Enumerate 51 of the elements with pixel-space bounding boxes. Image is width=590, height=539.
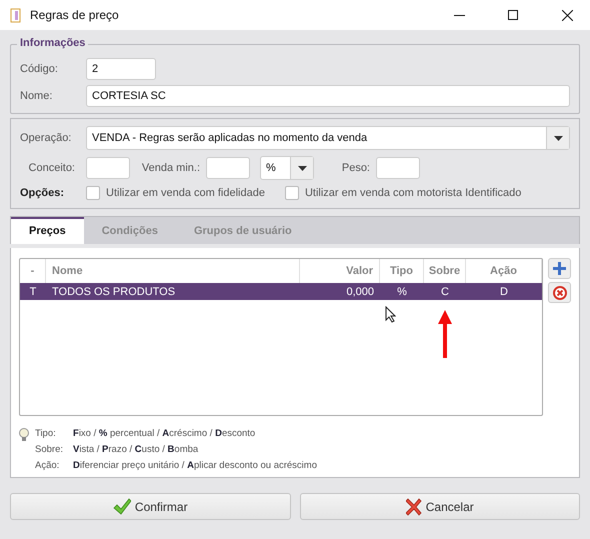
- remove-icon: [552, 286, 566, 300]
- field-label: Nome:: [20, 90, 54, 102]
- field-label: Opções:: [20, 187, 66, 199]
- lightbulb-icon: [19, 428, 29, 442]
- legend-text: Diferenciar preço unitário / Aplicar desconto ou acréscimo: [73, 460, 317, 471]
- field-label: Venda min.:: [140, 162, 200, 174]
- checkbox[interactable]: [284, 186, 299, 200]
- check-icon: [112, 498, 131, 516]
- cursor-icon: [385, 306, 396, 323]
- checkbox-label: Utilizar em venda com fidelidade: [106, 187, 265, 199]
- field-label: Código:: [20, 63, 59, 75]
- field-label: Peso:: [340, 162, 370, 174]
- cancel-button[interactable]: Cancelar: [300, 493, 580, 520]
- arrow-icon: [438, 310, 452, 358]
- maximize-icon[interactable]: [508, 10, 518, 20]
- codigo-field[interactable]: 2: [86, 58, 156, 80]
- legend-label: Sobre:: [35, 444, 64, 455]
- table-cell-text: TODOS OS PRODUTOS: [51, 286, 176, 298]
- unit-dropdown[interactable]: %: [260, 156, 314, 180]
- table-cell-text: C: [440, 286, 450, 298]
- caret-icon: [554, 136, 562, 140]
- peso-field[interactable]: [376, 157, 420, 179]
- legend-text: Fixo / % percentual / Acréscimo / Desconto: [73, 428, 256, 439]
- nome-field[interactable]: CORTESIA SC: [86, 85, 570, 107]
- tab[interactable]: Preços: [11, 217, 84, 244]
- confirm-button[interactable]: Confirmar: [10, 493, 290, 520]
- plus-icon: [553, 262, 566, 275]
- venda-min-field[interactable]: [206, 157, 250, 179]
- checkbox-label: Utilizar em venda com motorista Identificado: [304, 187, 522, 199]
- operacao-dropdown[interactable]: VENDA - Regras serão aplicadas no momento da venda: [86, 126, 570, 150]
- minimize-icon[interactable]: [454, 14, 464, 16]
- table-cell-text: T: [28, 286, 38, 298]
- table-row[interactable]: T TODOS OS PRODUTOS 0,000 % C D: [20, 283, 542, 300]
- legend-text: Vista / Prazo / Custo / Bomba: [73, 444, 198, 455]
- legend-label: Ação:: [35, 460, 60, 471]
- group-title: Informações: [17, 37, 88, 49]
- caret-icon: [298, 166, 306, 170]
- field-label: Operação:: [20, 132, 72, 144]
- window-title: Regras de preço: [30, 8, 120, 22]
- table-cell-text: D: [499, 286, 509, 298]
- table-cell-text: 0,000: [345, 286, 375, 298]
- cross-icon: [406, 498, 422, 516]
- add-button[interactable]: [548, 258, 571, 279]
- close-icon[interactable]: [562, 10, 572, 20]
- conceito-field[interactable]: [86, 157, 130, 179]
- remove-button[interactable]: [548, 282, 571, 303]
- field-label: Conceito:: [28, 162, 75, 174]
- document-icon: [10, 8, 22, 22]
- table-cell-text: %: [396, 286, 408, 298]
- checkbox[interactable]: [86, 186, 100, 200]
- legend-label: Tipo:: [35, 428, 57, 439]
